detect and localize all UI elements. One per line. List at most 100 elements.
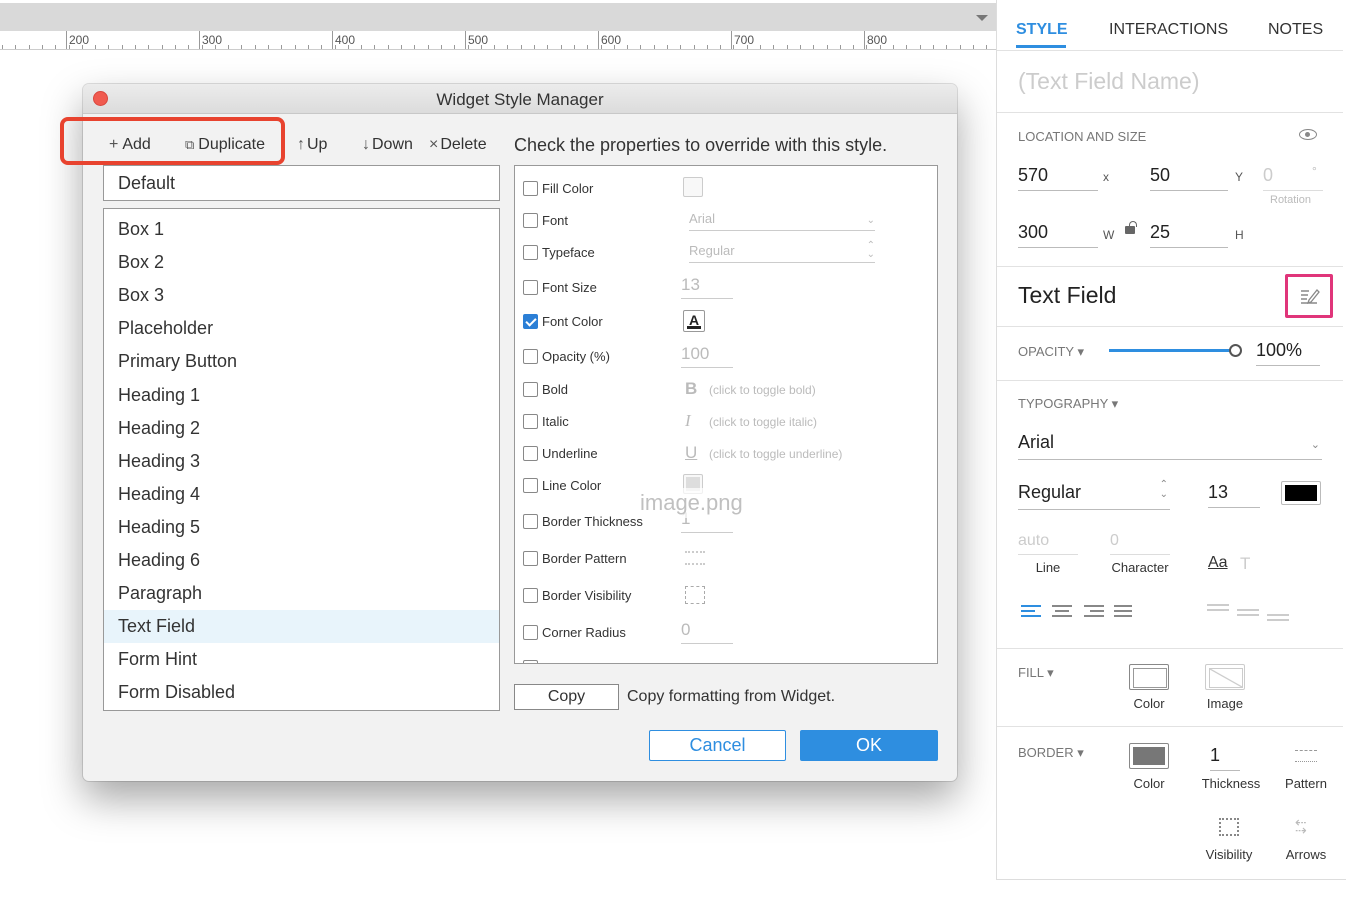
line-spacing-input[interactable]: auto	[1018, 532, 1078, 555]
style-list-item[interactable]: Heading 5	[104, 511, 499, 544]
align-justify-icon[interactable]	[1114, 604, 1134, 620]
align-top-icon[interactable]	[1207, 603, 1229, 621]
style-list-item[interactable]: Box 2	[104, 246, 499, 279]
style-list-item[interactable]: Heading 6	[104, 544, 499, 577]
character-spacing-input[interactable]: 0	[1110, 532, 1170, 555]
fill-color-swatch[interactable]	[683, 177, 703, 197]
copy-formatting-button[interactable]: Copy	[514, 684, 619, 710]
prop-font-color-row[interactable]: Font Color A	[523, 310, 933, 332]
text-color-swatch[interactable]	[1281, 481, 1321, 505]
underline-checkbox[interactable]	[523, 446, 538, 461]
style-list[interactable]: Box 1 Box 2 Box 3 Placeholder Primary Button…	[103, 208, 500, 711]
move-down-button[interactable]: ↓ Down	[362, 136, 413, 154]
bold-checkbox[interactable]	[523, 382, 538, 397]
style-list-item[interactable]: Heading 4	[104, 478, 499, 511]
align-right-icon[interactable]	[1084, 604, 1104, 620]
prop-opacity-row[interactable]: Opacity (%) 100	[523, 344, 933, 368]
style-list-item[interactable]: Text Field	[104, 610, 499, 644]
border-thickness-input[interactable]: 1	[1210, 745, 1240, 771]
font-size-input[interactable]: 13	[681, 275, 733, 299]
style-list-item[interactable]: Form Disabled	[104, 676, 499, 709]
font-size-checkbox[interactable]	[523, 280, 538, 295]
delete-style-button[interactable]: × Delete	[429, 136, 487, 154]
widget-name-input[interactable]: (Text Field Name)	[1018, 68, 1199, 95]
text-case-icon[interactable]: Aa	[1208, 554, 1228, 572]
eye-icon[interactable]	[1299, 129, 1317, 140]
font-family-dropdown[interactable]: Arial ⌄	[1018, 432, 1322, 460]
prop-typeface-row[interactable]: Typeface Regular ⌃ ⌄	[523, 241, 933, 263]
style-list-item[interactable]: Heading 2	[104, 412, 499, 445]
typeface-dropdown[interactable]: Regular ⌃ ⌄	[1018, 480, 1170, 510]
prop-bold-row[interactable]: Bold B (click to toggle bold)	[523, 379, 933, 400]
align-left-icon[interactable]	[1021, 604, 1041, 620]
bold-icon[interactable]: B	[685, 379, 697, 399]
x-input[interactable]: 570	[1018, 165, 1098, 191]
corner-radius-checkbox[interactable]	[523, 625, 538, 640]
typeface-dropdown[interactable]: Regular ⌃ ⌄	[689, 241, 875, 263]
font-color-checkbox[interactable]	[523, 314, 538, 329]
height-input[interactable]: 25	[1150, 222, 1228, 248]
underline-icon[interactable]: U	[685, 443, 697, 463]
border-pattern-icon[interactable]	[1295, 750, 1317, 762]
add-style-button[interactable]: + Add	[109, 136, 151, 154]
fill-color-button[interactable]	[1129, 664, 1169, 690]
text-shadow-icon[interactable]: T	[1240, 554, 1250, 574]
style-list-item[interactable]: Heading 3	[104, 445, 499, 478]
style-list-item[interactable]: Paragraph	[104, 577, 499, 610]
opacity-input[interactable]: 100%	[1256, 340, 1320, 366]
border-thickness-checkbox[interactable]	[523, 514, 538, 529]
prop-border-visibility-row[interactable]: Border Visibility	[523, 586, 933, 606]
border-visibility-icon[interactable]	[685, 586, 705, 604]
font-checkbox[interactable]	[523, 213, 538, 228]
line-color-checkbox[interactable]	[523, 478, 538, 493]
typeface-checkbox[interactable]	[523, 245, 538, 260]
style-list-item[interactable]: Heading 1	[104, 379, 499, 412]
canvas-area[interactable]: 200 300 400 500 600 700 800 Widget Style Manag…	[0, 0, 996, 904]
border-pattern-icon[interactable]	[685, 551, 705, 565]
align-center-icon[interactable]	[1052, 604, 1072, 620]
font-dropdown[interactable]: Arial ⌄	[689, 211, 875, 231]
width-input[interactable]: 300	[1018, 222, 1098, 248]
border-visibility-icon[interactable]	[1219, 818, 1239, 836]
widget-style-dropdown[interactable]: Text Field	[1018, 282, 1116, 309]
border-pattern-checkbox[interactable]	[523, 551, 538, 566]
style-list-item[interactable]: Box 1	[104, 213, 499, 246]
border-visibility-checkbox[interactable]	[523, 588, 538, 603]
opacity-checkbox[interactable]	[523, 349, 538, 364]
corner-radius-input[interactable]: 0	[681, 620, 733, 644]
prop-underline-row[interactable]: Underline U (click to toggle underline)	[523, 443, 933, 464]
default-style-item[interactable]: Default	[103, 165, 500, 201]
font-color-icon[interactable]: A	[683, 310, 705, 332]
manage-styles-button[interactable]	[1285, 274, 1333, 318]
ok-button[interactable]: OK	[800, 730, 938, 761]
fill-color-checkbox[interactable]	[523, 181, 538, 196]
opacity-input[interactable]: 100	[681, 344, 733, 368]
tab-interactions[interactable]: INTERACTIONS	[1109, 21, 1228, 39]
duplicate-style-button[interactable]: ⧉ Duplicate	[185, 136, 265, 154]
prop-italic-row[interactable]: Italic I (click to toggle italic)	[523, 411, 933, 432]
align-middle-icon[interactable]	[1237, 603, 1259, 621]
italic-checkbox[interactable]	[523, 414, 538, 429]
style-list-item[interactable]: Form Hint	[104, 643, 499, 676]
lock-icon[interactable]	[1125, 221, 1137, 234]
style-list-item[interactable]: Placeholder	[104, 312, 499, 345]
prop-fill-color-row[interactable]: Fill Color	[523, 177, 933, 199]
italic-icon[interactable]: I	[685, 411, 691, 431]
properties-panel[interactable]: Fill Color Font Arial ⌄ Typeface Regular ⌃…	[514, 165, 938, 664]
canvas-menu-triangle-icon[interactable]	[976, 15, 988, 21]
tab-notes[interactable]: NOTES	[1268, 21, 1323, 39]
cancel-button[interactable]: Cancel	[649, 730, 786, 761]
dialog-titlebar[interactable]: Widget Style Manager	[83, 84, 957, 114]
y-input[interactable]: 50	[1150, 165, 1228, 191]
style-list-item[interactable]: Box 3	[104, 279, 499, 312]
opacity-slider-handle[interactable]	[1229, 344, 1242, 357]
prop-font-row[interactable]: Font Arial ⌄	[523, 211, 933, 231]
move-up-button[interactable]: ↑ Up	[297, 136, 327, 154]
prop-border-pattern-row[interactable]: Border Pattern	[523, 549, 933, 569]
arrows-icon[interactable]: ⇠ ⇢	[1295, 815, 1317, 837]
style-list-item[interactable]: Primary Button	[104, 345, 499, 378]
border-color-button[interactable]	[1129, 743, 1169, 769]
prop-font-size-row[interactable]: Font Size 13	[523, 275, 933, 299]
prop-corner-radius-row[interactable]: Corner Radius 0	[523, 620, 933, 644]
font-size-input[interactable]: 13	[1208, 482, 1260, 508]
